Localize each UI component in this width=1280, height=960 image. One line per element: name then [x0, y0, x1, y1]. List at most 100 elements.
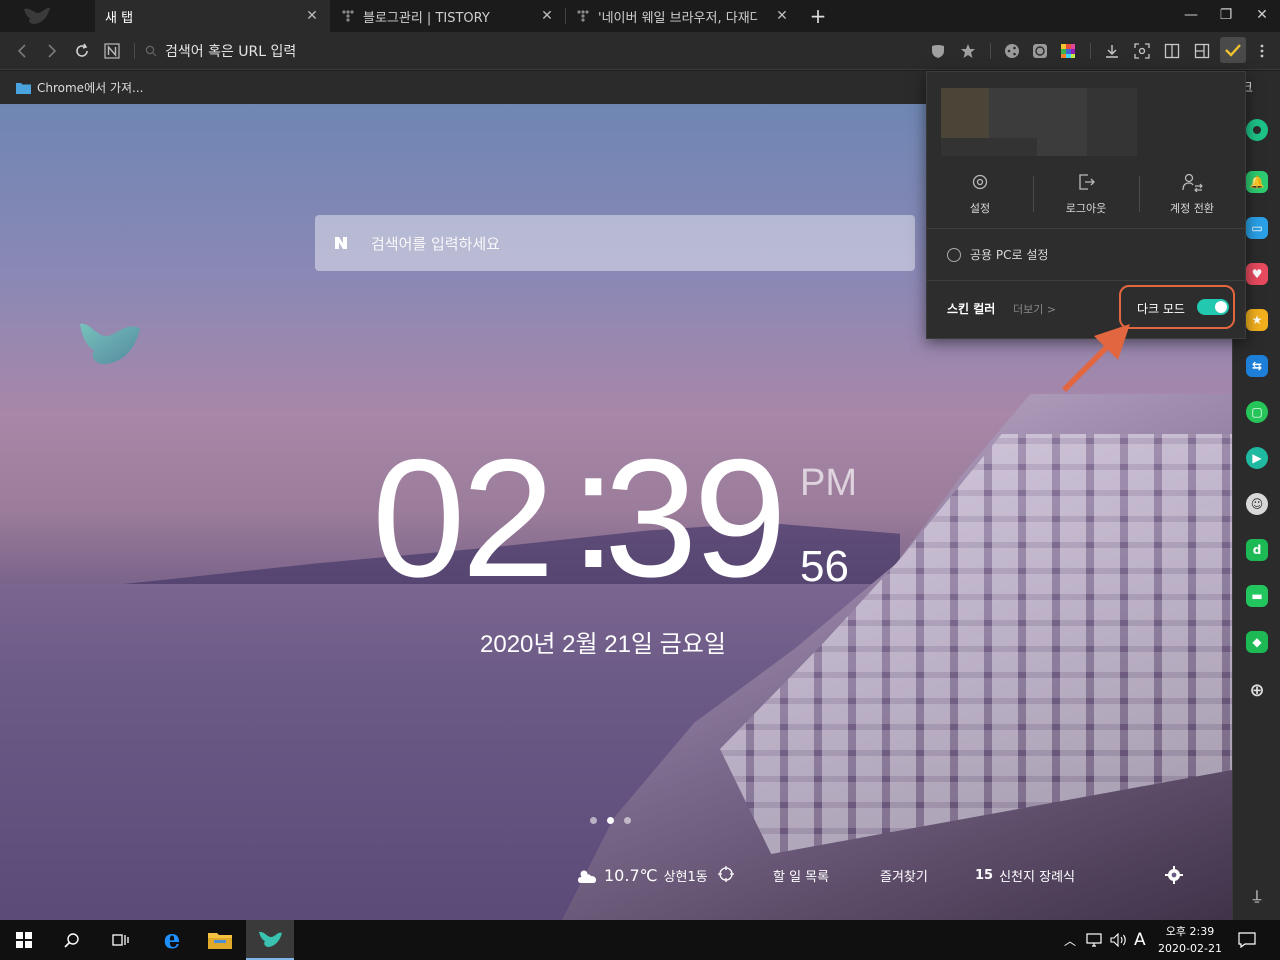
minimize-icon[interactable]: —: [1173, 0, 1209, 30]
translate-icon[interactable]: [1028, 39, 1052, 63]
address-bar[interactable]: 검색어 혹은 URL 입력: [145, 38, 905, 64]
slide-dot[interactable]: [607, 817, 614, 824]
weather-widget[interactable]: 10.7℃ 상현1동: [576, 866, 708, 885]
sidebar-pin-icon[interactable]: ⍊: [1246, 885, 1268, 907]
network-icon[interactable]: [1086, 920, 1102, 960]
news-title: 신천지 장례식: [999, 870, 1075, 885]
public-pc-label: 공용 PC로 설정: [970, 248, 1049, 262]
bookmark-folder-chrome[interactable]: Chrome에서 가져...: [37, 79, 144, 96]
sidebar-item-bookmark-icon[interactable]: ◆: [1246, 631, 1268, 653]
skin-color-label: 스킨 컬러: [947, 302, 996, 316]
popup-divider: [927, 228, 1245, 229]
ime-indicator[interactable]: A: [1134, 920, 1146, 960]
weather-location: 상현1동: [663, 870, 708, 885]
close-icon[interactable]: ✕: [774, 8, 790, 24]
folder-icon: [16, 82, 31, 94]
sidebar-item-dict-icon[interactable]: d: [1246, 539, 1268, 561]
logout-button[interactable]: 로그아웃: [1033, 172, 1139, 224]
news-rank: 15: [975, 868, 994, 883]
sidebar-item-memo-icon[interactable]: ▢: [1246, 401, 1268, 423]
dark-mode-toggle[interactable]: [1197, 299, 1229, 315]
tab-label: 블로그관리 | TISTORY: [363, 10, 490, 26]
tab-tistory[interactable]: 블로그관리 | TISTORY ✕: [333, 0, 565, 32]
menu-icon[interactable]: [1250, 39, 1274, 63]
taskbar-date: 2020-02-21: [1158, 942, 1222, 955]
close-icon[interactable]: ✕: [539, 8, 555, 24]
skin-more-link[interactable]: 더보기 >: [1013, 301, 1056, 317]
edge-icon[interactable]: e: [148, 920, 196, 960]
tab-naver-whale-article[interactable]: '네이버 웨일 브라우저, 다재다능 ✕: [568, 0, 800, 32]
settings-label: 설정: [969, 202, 991, 215]
volume-icon[interactable]: [1110, 920, 1128, 960]
search-placeholder: 검색어를 입력하세요: [371, 234, 500, 253]
sidebar-toggle-icon[interactable]: [1160, 39, 1184, 63]
search-icon[interactable]: [48, 920, 96, 960]
sidebar-item-calendar-icon[interactable]: ▭: [1246, 217, 1268, 239]
action-center-icon[interactable]: [1238, 920, 1256, 960]
sidebar-item-play-icon[interactable]: ▶: [1246, 447, 1268, 469]
settings-button[interactable]: 설정: [927, 172, 1033, 224]
switch-account-label: 계정 전환: [1170, 202, 1214, 215]
weather-temp: 10.7℃: [604, 866, 658, 885]
tab-new-tab[interactable]: 새 탭 ✕: [95, 0, 330, 32]
whale-logo-icon: [76, 318, 146, 374]
profile-button[interactable]: [1220, 37, 1246, 63]
sidebar-item-translate-icon[interactable]: ⇆: [1246, 355, 1268, 377]
new-tab-button[interactable]: +: [806, 4, 830, 28]
switch-account-icon: [1182, 173, 1203, 192]
sidebar-item-green-circle[interactable]: [1246, 119, 1268, 141]
clock-minutes: 39: [604, 424, 787, 612]
tray-chevron-up-icon[interactable]: ︿: [1064, 920, 1076, 960]
toolbar: 검색어 혹은 URL 입력: [0, 32, 1280, 70]
whale-logo-icon[interactable]: [0, 0, 95, 32]
public-pc-radio[interactable]: [947, 247, 961, 262]
toggle-knob: [1215, 301, 1227, 313]
naver-home-icon[interactable]: [100, 39, 124, 63]
taskbar-clock[interactable]: 오후 2:39 2020-02-21: [1150, 923, 1230, 957]
sidebar-add-icon[interactable]: ⊕: [1246, 679, 1268, 701]
slide-dot[interactable]: [590, 817, 597, 824]
share-icon[interactable]: [1000, 39, 1024, 63]
clock-hours: 02: [372, 424, 555, 612]
split-view-icon[interactable]: [1190, 39, 1214, 63]
sidebar-item-papago-icon[interactable]: ☺: [1246, 493, 1268, 515]
naver-n-icon: [335, 237, 347, 249]
star-icon[interactable]: [956, 39, 980, 63]
search-icon: [145, 45, 157, 57]
windows-start-icon[interactable]: [0, 920, 48, 960]
sidebar-item-star-icon[interactable]: ★: [1246, 309, 1268, 331]
tistory-icon: [342, 10, 354, 22]
restore-icon[interactable]: ❐: [1208, 0, 1244, 30]
switch-account-button[interactable]: 계정 전환: [1139, 172, 1245, 224]
shield-icon[interactable]: [926, 39, 950, 63]
favorites-link[interactable]: 즐겨찾기: [880, 866, 928, 885]
back-icon[interactable]: [10, 39, 34, 63]
public-pc-option[interactable]: 공용 PC로 설정: [947, 246, 1048, 263]
download-icon[interactable]: [1100, 39, 1124, 63]
close-icon[interactable]: ✕: [304, 8, 320, 24]
reload-icon[interactable]: [70, 39, 94, 63]
sidebar-item-pocket-icon[interactable]: ♥: [1246, 263, 1268, 285]
taskbar-time: 오후 2:39: [1165, 925, 1215, 938]
sidebar-item-chat-icon[interactable]: ▬: [1246, 585, 1268, 607]
task-view-icon[interactable]: [96, 920, 144, 960]
location-icon[interactable]: [718, 866, 734, 882]
file-explorer-icon[interactable]: [196, 920, 244, 960]
sidebar-item-notification-icon[interactable]: 🔔: [1246, 171, 1268, 193]
search-input[interactable]: 검색어를 입력하세요: [315, 215, 915, 271]
toolbar-divider: [134, 43, 135, 59]
window-close-icon[interactable]: ✕: [1244, 0, 1280, 30]
forward-icon[interactable]: [40, 39, 64, 63]
capture-icon[interactable]: [1130, 39, 1154, 63]
gear-icon[interactable]: [1165, 866, 1183, 884]
trending-news[interactable]: 15 신천지 장례식: [975, 866, 1075, 885]
todo-link[interactable]: 할 일 목록: [773, 866, 829, 885]
tab-divider: [565, 8, 566, 24]
logout-icon: [1079, 174, 1095, 190]
slide-dot[interactable]: [624, 817, 631, 824]
color-palette-icon[interactable]: [1056, 39, 1080, 63]
tab-label: '네이버 웨일 브라우저, 다재다능: [598, 10, 758, 26]
cloud-sun-icon: [578, 870, 596, 883]
toolbar-divider: [990, 43, 991, 59]
whale-browser-taskbar-icon[interactable]: [246, 920, 294, 960]
